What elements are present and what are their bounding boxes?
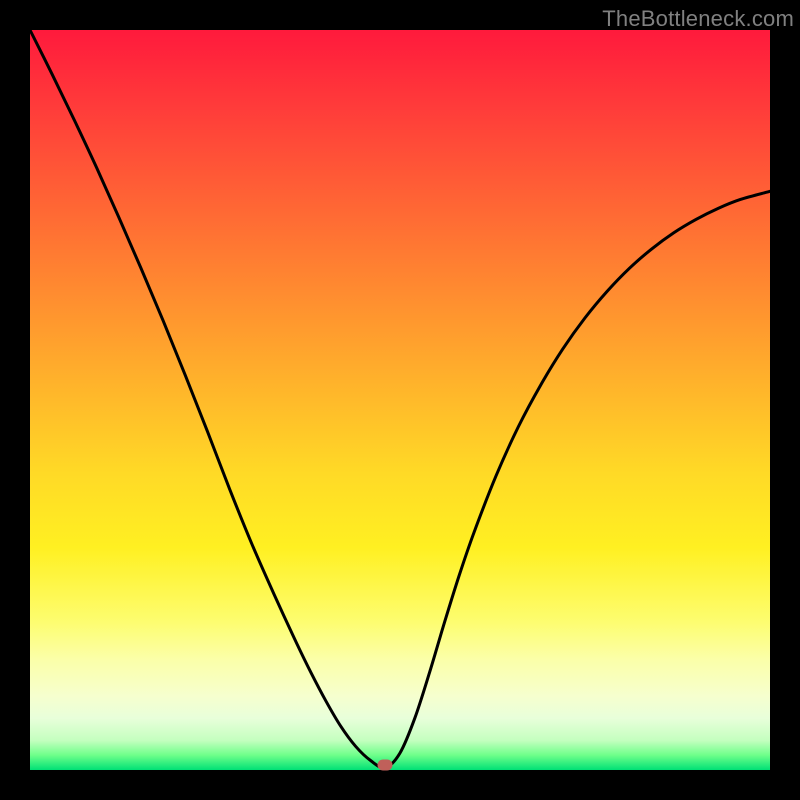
curve-svg bbox=[30, 30, 770, 770]
bottleneck-curve bbox=[30, 30, 770, 768]
chart-frame: TheBottleneck.com bbox=[0, 0, 800, 800]
plot-area bbox=[30, 30, 770, 770]
minimum-marker bbox=[378, 759, 393, 770]
watermark-text: TheBottleneck.com bbox=[602, 6, 794, 32]
